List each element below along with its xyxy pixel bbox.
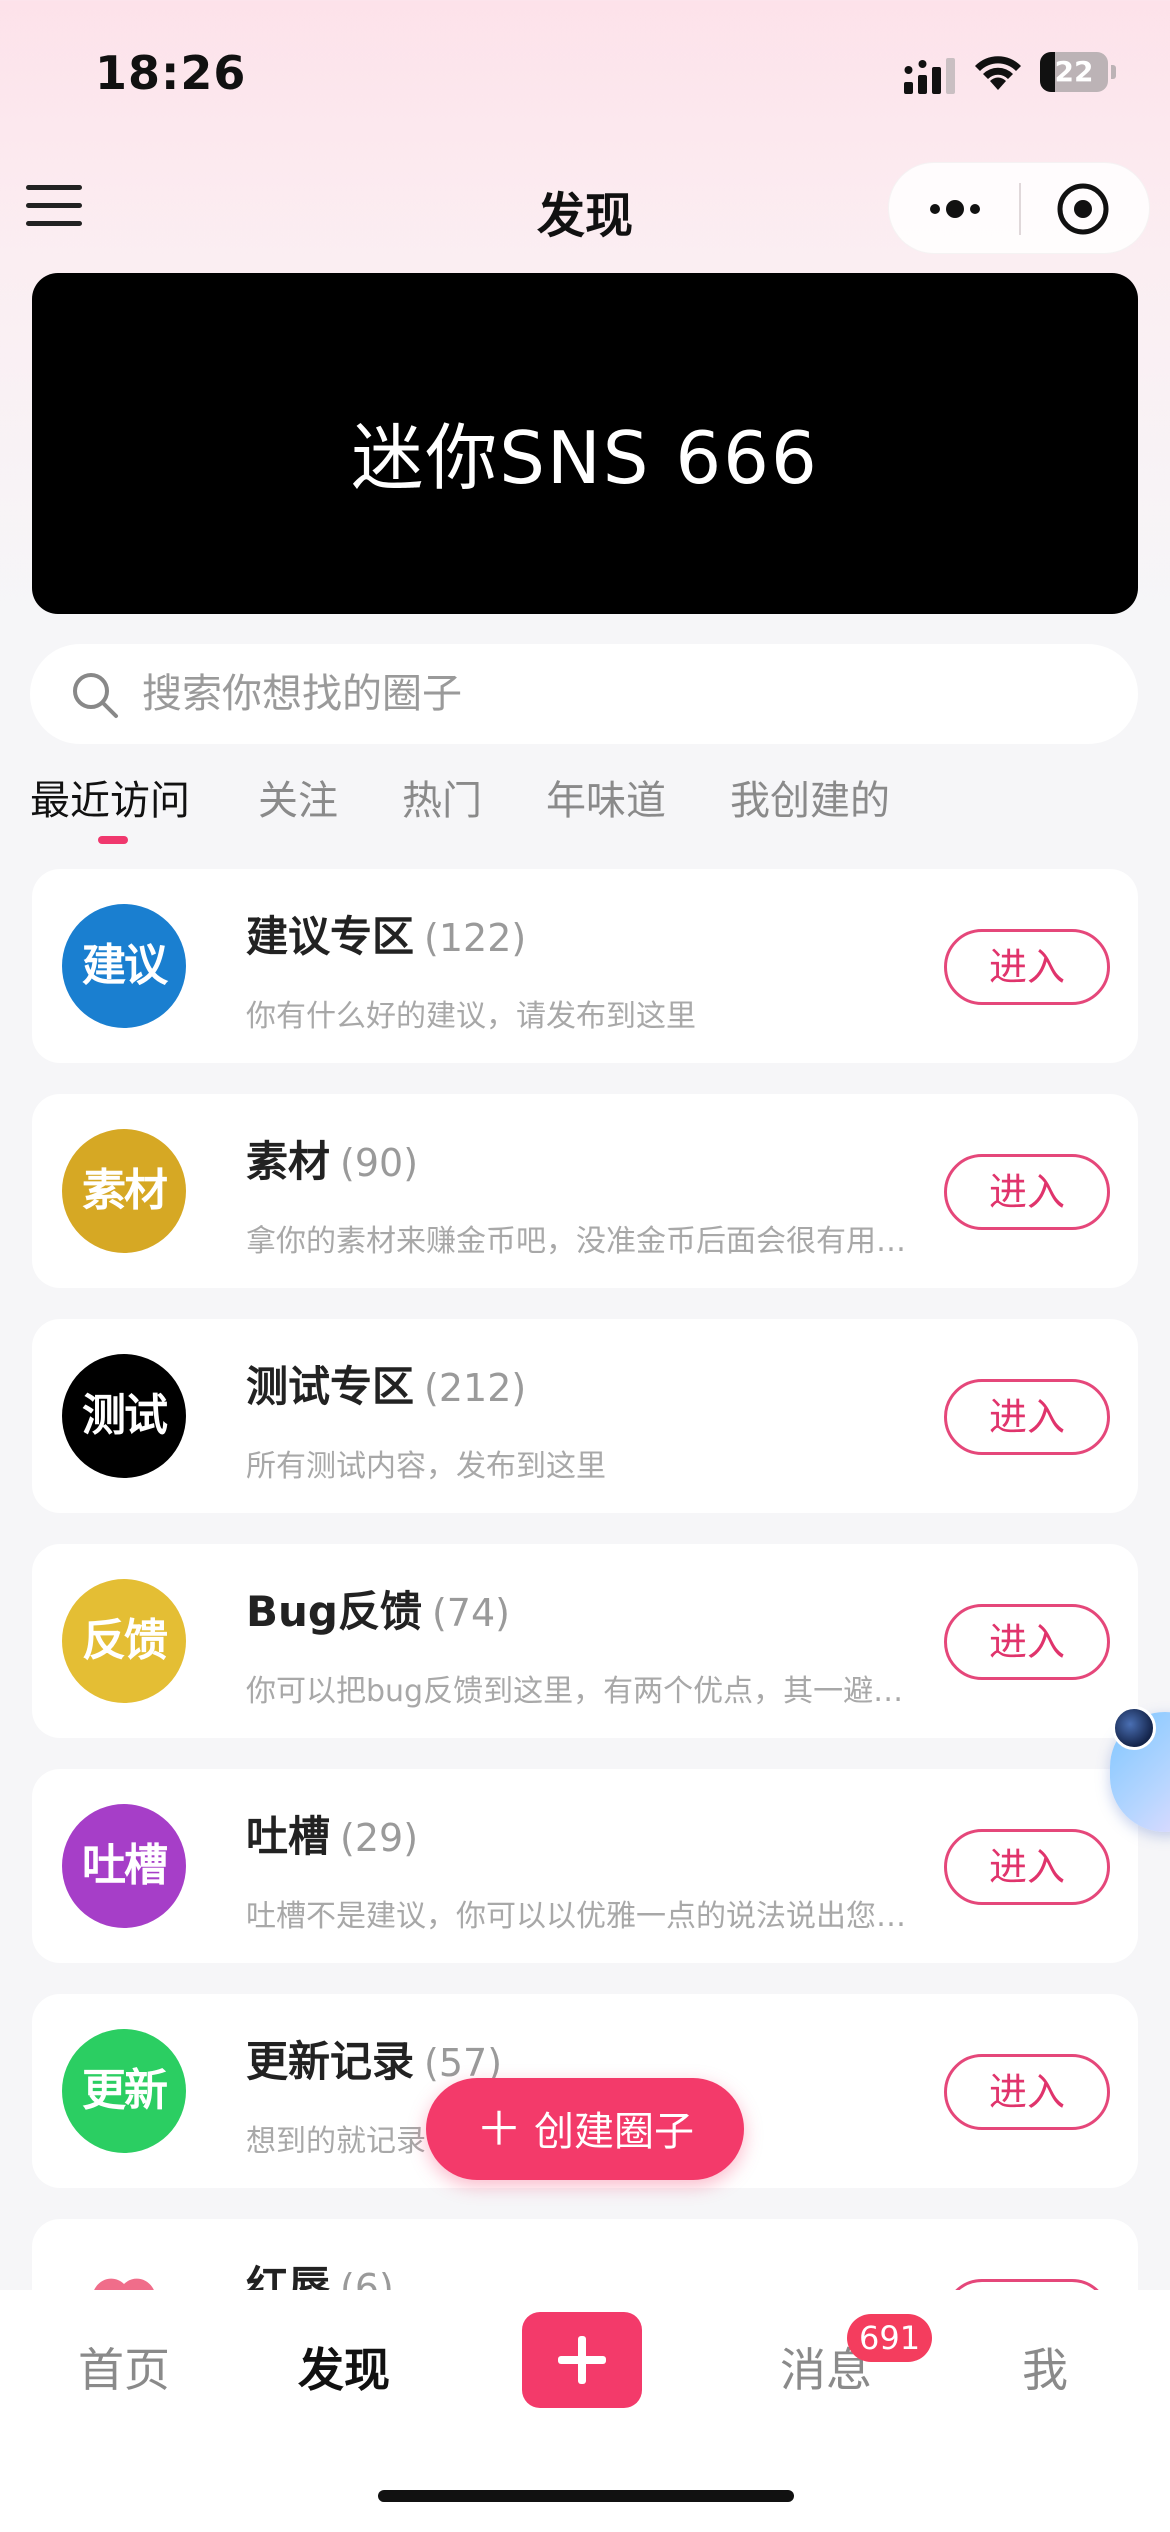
circle-avatar: 建议 <box>62 904 186 1028</box>
circle-avatar: 吐槽 <box>62 1804 186 1928</box>
status-time: 18:26 <box>95 46 247 100</box>
circle-post-count: (212) <box>424 1366 527 1410</box>
circle-avatar: 素材 <box>62 1129 186 1253</box>
more-icon[interactable] <box>925 189 985 229</box>
circle-name: 建议专区 <box>246 912 415 961</box>
close-mini-program-icon[interactable] <box>1055 181 1111 237</box>
battery-level: 22 <box>1054 55 1094 88</box>
circle-name: 吐槽 <box>246 1812 331 1861</box>
tab-new-year[interactable]: 年味道 <box>546 768 666 826</box>
search-icon <box>73 673 118 718</box>
tab-hot[interactable]: 热门 <box>402 768 482 826</box>
enter-button[interactable]: 进入 <box>944 1379 1110 1455</box>
banner[interactable]: 迷你SNS 666 <box>32 273 1138 614</box>
enter-button[interactable]: 进入 <box>944 2054 1110 2130</box>
create-circle-label: 创建圈子 <box>534 2109 694 2155</box>
circle-description: 吐槽不是建议，你可以以优雅一点的说法说出您… <box>246 1899 906 1934</box>
tabbar-home[interactable]: 首页 <box>78 2334 170 2400</box>
circle-post-count: (29) <box>340 1816 419 1860</box>
mini-program-capsule <box>888 162 1150 254</box>
publish-button[interactable] <box>522 2312 642 2408</box>
banner-text: 迷你SNS 666 <box>351 416 819 500</box>
circle-name: Bug反馈 <box>246 1587 422 1636</box>
enter-button[interactable]: 进入 <box>944 929 1110 1005</box>
circle-card[interactable]: 建议 建议专区 (122) 你有什么好的建议，请发布到这里 进入 <box>32 869 1138 1063</box>
messages-badge: 691 <box>847 2314 933 2362</box>
plus-icon <box>558 2336 606 2384</box>
tab-following[interactable]: 关注 <box>258 768 338 826</box>
circle-avatar: 更新 <box>62 2029 186 2153</box>
circle-post-count: (74) <box>431 1591 510 1635</box>
signal-icon <box>904 58 955 94</box>
circle-name: 测试专区 <box>246 1362 415 1411</box>
status-bar: 18:26 22 <box>0 0 1170 150</box>
wifi-icon <box>975 56 1021 90</box>
circle-post-count: (122) <box>424 916 527 960</box>
search-box[interactable] <box>30 644 1138 744</box>
circle-description: 拿你的素材来赚金币吧，没准金币后面会很有用… <box>246 1224 906 1259</box>
enter-button[interactable]: 进入 <box>944 1604 1110 1680</box>
tab-created-by-me[interactable]: 我创建的 <box>730 768 890 826</box>
tabbar-me[interactable]: 我 <box>1022 2334 1068 2400</box>
home-indicator <box>378 2490 794 2502</box>
plus-icon: ＋ <box>476 2102 522 2156</box>
circle-card[interactable]: 素材 素材 (90) 拿你的素材来赚金币吧，没准金币后面会很有用… 进入 <box>32 1094 1138 1288</box>
circle-avatar: 测试 <box>62 1354 186 1478</box>
create-circle-button[interactable]: ＋ 创建圈子 <box>426 2078 744 2180</box>
circle-card[interactable]: 吐槽 吐槽 (29) 吐槽不是建议，你可以以优雅一点的说法说出您… 进入 <box>32 1769 1138 1963</box>
category-tabs: 最近访问 关注 热门 年味道 我创建的 <box>30 768 1140 848</box>
active-tab-indicator <box>98 836 128 844</box>
capsule-divider <box>1019 183 1021 235</box>
circle-name: 更新记录 <box>246 2037 415 2086</box>
tabbar-discover[interactable]: 发现 <box>298 2334 390 2400</box>
battery-icon: 22 <box>1040 52 1116 92</box>
search-input[interactable] <box>142 644 1102 744</box>
circle-name: 素材 <box>246 1137 331 1186</box>
circle-post-count: (90) <box>340 1141 419 1185</box>
circle-avatar: 反馈 <box>62 1579 186 1703</box>
circle-description: 你可以把bug反馈到这里，有两个优点，其一避… <box>246 1674 904 1709</box>
circle-description: 所有测试内容，发布到这里 <box>246 1449 606 1484</box>
circle-card[interactable]: 反馈 Bug反馈 (74) 你可以把bug反馈到这里，有两个优点，其一避… 进入 <box>32 1544 1138 1738</box>
circle-description: 你有什么好的建议，请发布到这里 <box>246 999 696 1034</box>
enter-button[interactable]: 进入 <box>944 1829 1110 1905</box>
circle-card[interactable]: 测试 测试专区 (212) 所有测试内容，发布到这里 进入 <box>32 1319 1138 1513</box>
enter-button[interactable]: 进入 <box>944 1154 1110 1230</box>
tab-recent[interactable]: 最近访问 <box>30 768 190 826</box>
assistant-avatar-icon <box>1112 1706 1156 1750</box>
